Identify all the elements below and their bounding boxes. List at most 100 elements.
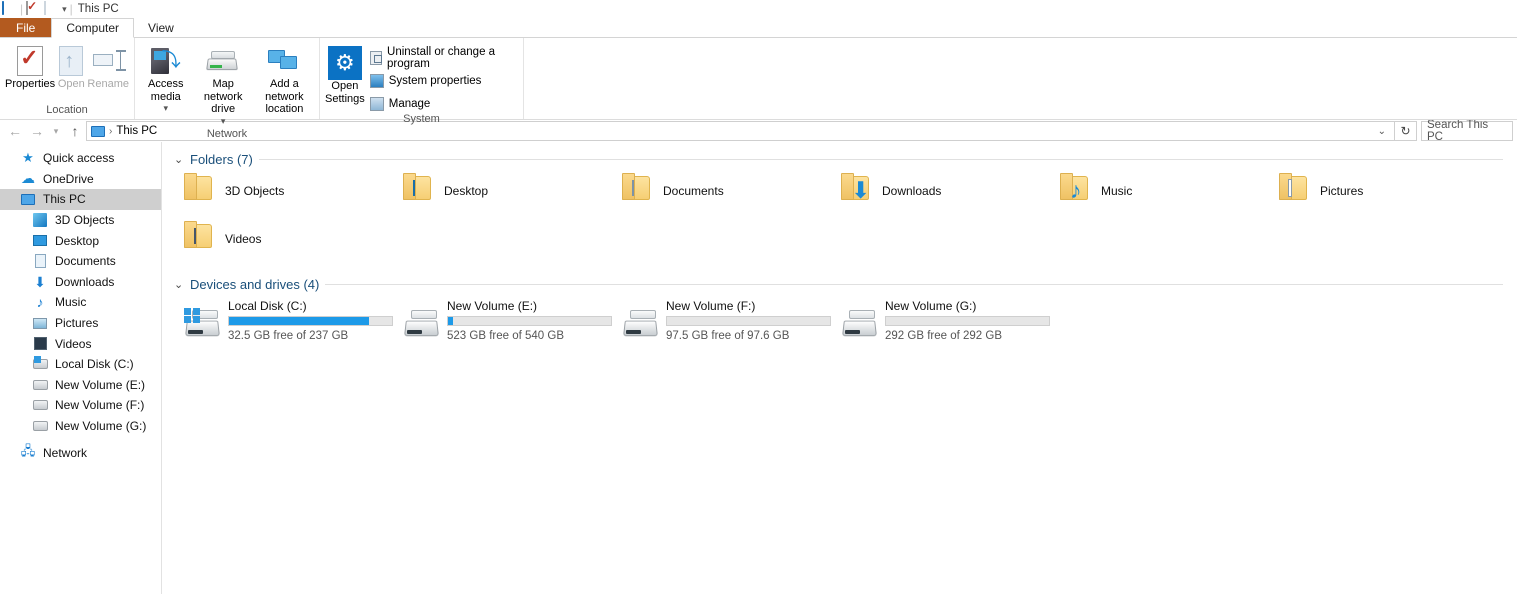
navigation-pane: ★ Quick access ☁ OneDrive This PC 3D Obj…: [0, 142, 162, 594]
sidebar-item-new-volume-f[interactable]: New Volume (F:): [0, 395, 161, 416]
sidebar-label-network: Network: [43, 445, 88, 460]
sidebar-item-documents[interactable]: Documents: [0, 251, 161, 272]
window-title: This PC: [77, 3, 119, 15]
rename-button-label: Rename: [87, 78, 129, 90]
list-item[interactable]: Documents: [608, 169, 827, 217]
sidebar-item-3d-objects[interactable]: 3D Objects: [0, 210, 161, 231]
computer-icon-path: [91, 125, 105, 137]
gear-icon: ⚙: [327, 46, 362, 80]
drives-section-header[interactable]: ⌄ Devices and drives (4): [174, 277, 1517, 292]
list-item[interactable]: New Volume (E:) 523 GB free of 540 GB: [389, 296, 612, 348]
tile-label: Pictures: [1320, 184, 1364, 198]
ribbon-group-network-label: Network: [206, 128, 248, 141]
folder-downloads-icon: ⬇: [841, 173, 873, 203]
sidebar-item-new-volume-g[interactable]: New Volume (G:): [0, 416, 161, 437]
sidebar-label-videos: Videos: [55, 336, 92, 351]
tile-label: Videos: [225, 232, 262, 246]
tab-view[interactable]: View: [134, 18, 188, 37]
sidebar-label-new-volume-g: New Volume (G:): [55, 419, 147, 434]
add-network-location-button[interactable]: Add a network location: [254, 42, 315, 118]
open-button[interactable]: Open: [56, 42, 86, 93]
cloud-icon: ☁: [21, 170, 35, 187]
title-bar: | ▾ | This PC: [0, 0, 1517, 18]
uninstall-program-item[interactable]: Uninstall or change a program: [369, 45, 519, 70]
sidebar-item-videos[interactable]: Videos: [0, 333, 161, 354]
drive-free-space: 32.5 GB free of 237 GB: [228, 330, 349, 342]
folders-section-header[interactable]: ⌄ Folders (7): [174, 152, 1517, 167]
list-item[interactable]: New Volume (G:) 292 GB free of 292 GB: [827, 296, 1050, 348]
up-arrow-icon[interactable]: ↑: [64, 121, 86, 141]
refresh-icon[interactable]: ↻: [1395, 121, 1417, 141]
rename-button[interactable]: Rename: [86, 42, 130, 93]
sidebar-item-network[interactable]: 🖧 Network: [0, 442, 161, 463]
tab-computer[interactable]: Computer: [51, 18, 135, 38]
sidebar-item-local-disk-c[interactable]: Local Disk (C:): [0, 354, 161, 375]
sidebar-label-desktop: Desktop: [55, 233, 100, 248]
sidebar-item-desktop[interactable]: Desktop: [0, 230, 161, 251]
ribbon-group-system: ⚙ Open Settings Uninstall or change a pr…: [320, 38, 524, 125]
drive-label: Local Disk (C:): [228, 299, 307, 313]
back-arrow-icon[interactable]: ←: [4, 121, 26, 141]
sidebar-item-new-volume-e[interactable]: New Volume (E:): [0, 375, 161, 396]
sidebar-label-pictures: Pictures: [55, 316, 99, 331]
chevron-down-icon-address[interactable]: ⌄: [1374, 126, 1390, 137]
folders-section-title: Folders (7): [190, 152, 253, 167]
manage-item[interactable]: Manage: [369, 94, 519, 113]
drive-free-space: 97.5 GB free of 97.6 GB: [666, 330, 790, 342]
blank-page-icon[interactable]: [44, 0, 59, 17]
capacity-bar-fill: [229, 317, 370, 325]
recent-locations-icon[interactable]: ▾: [48, 121, 64, 141]
folder-desktop-icon: [403, 173, 435, 203]
sidebar-item-this-pc[interactable]: This PC: [0, 189, 161, 210]
folder-music-icon: ♪: [1060, 173, 1092, 203]
open-settings-button[interactable]: ⚙ Open Settings: [324, 44, 366, 107]
list-item[interactable]: Desktop: [389, 169, 608, 217]
drive-icon-f: [622, 308, 658, 338]
forward-arrow-icon[interactable]: →: [26, 121, 48, 141]
tab-file[interactable]: File: [0, 18, 52, 37]
chevron-down-icon[interactable]: ▾: [164, 103, 169, 113]
list-item[interactable]: ⬇ Downloads: [827, 169, 1046, 217]
properties-button-label: Properties: [5, 78, 56, 90]
list-item[interactable]: ♪ Music: [1046, 169, 1265, 217]
section-divider-2: [325, 284, 1503, 285]
sidebar-item-downloads[interactable]: ⬇ Downloads: [0, 272, 161, 293]
list-item[interactable]: 3D Objects: [170, 169, 389, 217]
sidebar-item-quick-access[interactable]: ★ Quick access: [0, 148, 161, 169]
chevron-down-icon-drives[interactable]: ⌄: [174, 278, 184, 291]
windows-drive-icon-c: [184, 308, 220, 338]
tile-label: Documents: [663, 184, 724, 198]
drive-icon-f: [32, 397, 48, 413]
ribbon-empty-space: [524, 38, 1517, 119]
list-item[interactable]: Local Disk (C:) 32.5 GB free of 237 GB: [170, 296, 393, 348]
drive-icon-e: [32, 377, 48, 393]
ribbon-tabstrip: File Computer View: [0, 18, 1517, 38]
capacity-bar-fill: [448, 317, 453, 325]
ribbon-group-system-label: System: [403, 113, 440, 125]
drives-tile-list: Local Disk (C:) 32.5 GB free of 237 GB N…: [170, 296, 1517, 348]
sidebar-item-onedrive[interactable]: ☁ OneDrive: [0, 169, 161, 190]
breadcrumb-separator: ›: [109, 125, 113, 137]
drive-label: New Volume (E:): [447, 299, 538, 313]
access-media-button[interactable]: ⤵ Access media ▾: [139, 42, 193, 116]
chevron-down-icon-folders[interactable]: ⌄: [174, 153, 184, 166]
map-network-drive-button[interactable]: Map network drive ▾: [193, 42, 254, 128]
ribbon-group-location: Properties Open Rename Location: [0, 38, 135, 119]
list-item[interactable]: Videos: [170, 217, 389, 265]
properties-button[interactable]: Properties: [4, 42, 56, 93]
sidebar-label-new-volume-e: New Volume (E:): [55, 377, 146, 392]
customize-dropdown-icon[interactable]: ▾: [62, 4, 67, 15]
properties-quick-icon[interactable]: [26, 0, 41, 17]
search-input[interactable]: Search This PC: [1421, 119, 1513, 143]
sidebar-item-music[interactable]: ♪ Music: [0, 292, 161, 313]
explorer-body: ★ Quick access ☁ OneDrive This PC 3D Obj…: [0, 142, 1517, 594]
title-separator-2: |: [69, 2, 73, 16]
title-separator: |: [20, 2, 24, 16]
list-item[interactable]: New Volume (F:) 97.5 GB free of 97.6 GB: [608, 296, 831, 348]
chevron-down-icon-2[interactable]: ▾: [221, 116, 226, 126]
uninstall-program-label: Uninstall or change a program: [387, 45, 496, 70]
add-network-location-icon: [268, 44, 300, 78]
list-item[interactable]: Pictures: [1265, 169, 1484, 217]
sidebar-item-pictures[interactable]: Pictures: [0, 313, 161, 334]
system-properties-item[interactable]: System properties: [369, 71, 519, 90]
